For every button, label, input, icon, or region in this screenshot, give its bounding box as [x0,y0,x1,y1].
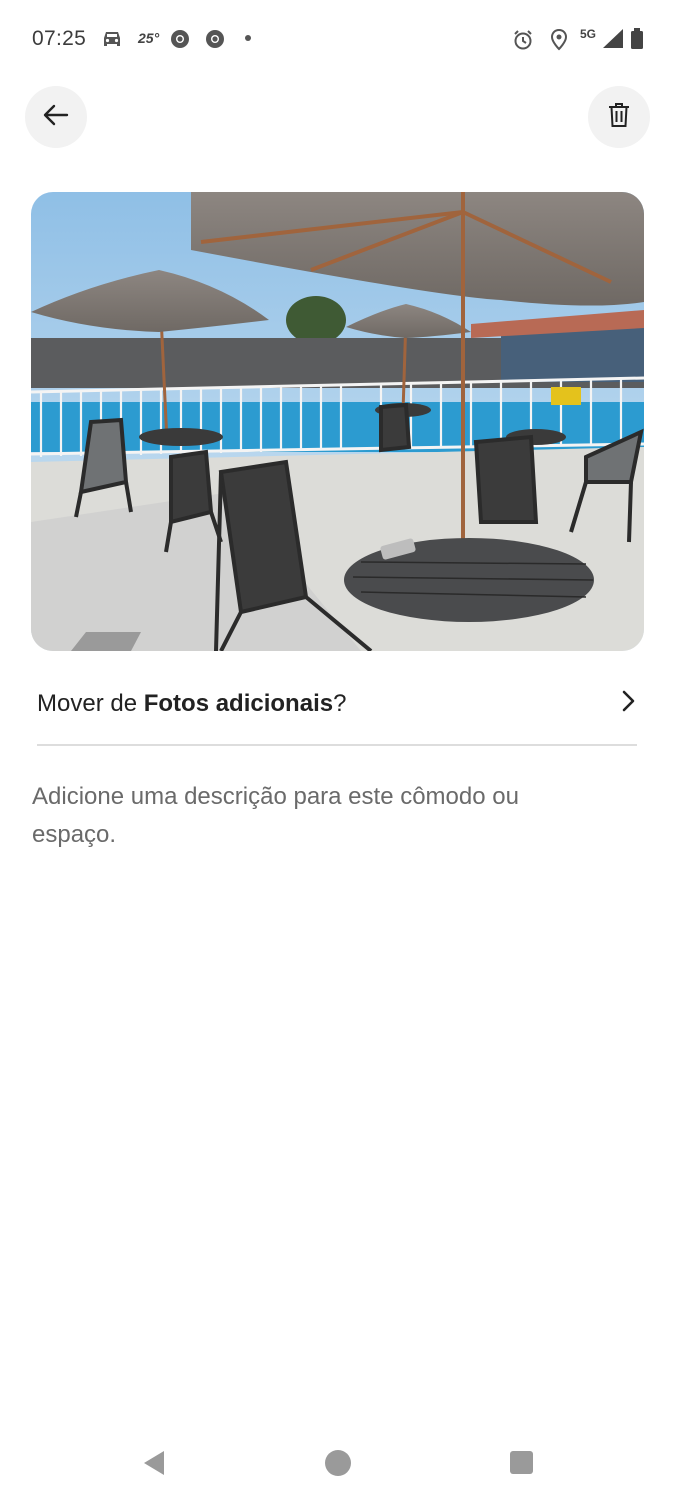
move-from-album-row[interactable]: Mover de Fotos adicionais? [37,676,637,746]
back-button[interactable] [25,86,87,148]
move-from-album-label: Mover de Fotos adicionais? [37,690,346,718]
location-icon [550,28,568,56]
chrome-icon [205,29,225,54]
room-photo [31,192,644,651]
status-bar: 07:25 25° 5G [0,0,675,80]
album-name-text: Fotos adicionais [143,690,334,717]
nav-home-icon[interactable] [325,1450,351,1476]
description-input[interactable]: Adicione uma descrição para este cômodo … [32,778,592,854]
signal-icon [602,28,624,54]
temperature-text: 25° [138,30,160,46]
status-time: 07:25 [32,27,87,50]
network-type-text: 5G [580,27,597,41]
battery-icon [630,28,644,55]
delete-photo-button[interactable] [588,86,650,148]
notification-dot-icon [245,35,251,41]
chrome-icon [170,29,190,54]
move-prefix-text: Mover de [37,690,144,717]
trash-icon [608,102,630,133]
move-suffix-text: ? [333,690,347,717]
car-icon [100,29,124,54]
nav-recents-icon[interactable] [510,1451,533,1474]
arrow-left-icon [43,104,69,131]
nav-back-icon[interactable] [142,1450,166,1481]
alarm-icon [512,29,534,56]
chevron-right-icon [621,689,637,718]
